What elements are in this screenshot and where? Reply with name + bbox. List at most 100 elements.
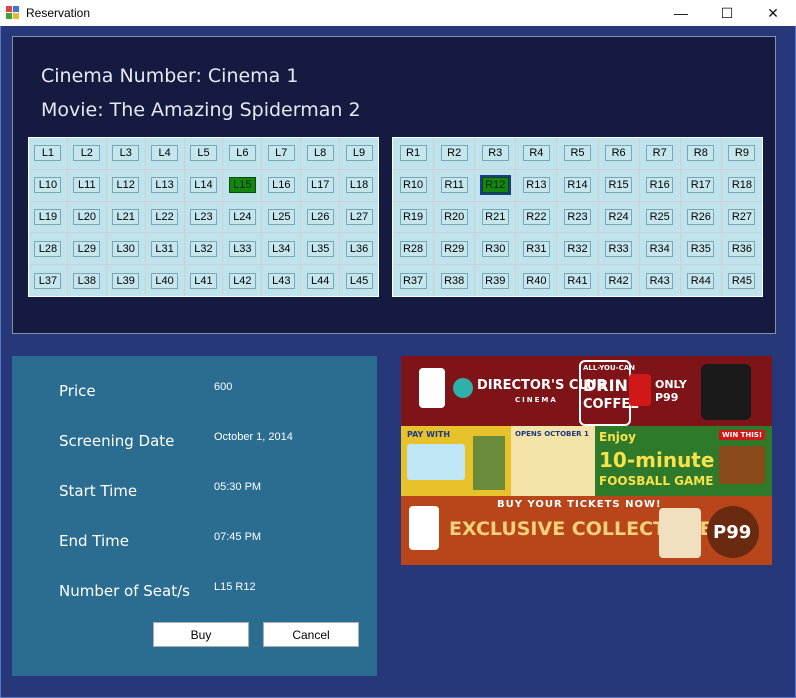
seat-button-l38[interactable]: L38 [73,272,101,289]
seat-button-l22[interactable]: L22 [151,208,179,225]
seat-button-r14[interactable]: R14 [563,177,591,194]
seat-button-r16[interactable]: R16 [646,177,674,194]
seat-button-l11[interactable]: L11 [73,177,101,194]
seat-button-r9[interactable]: R9 [728,145,756,162]
seat-button-r1[interactable]: R1 [399,145,427,162]
seat-cell: L12 [106,169,145,201]
seat-button-l9[interactable]: L9 [345,145,373,162]
seat-button-l30[interactable]: L30 [112,240,140,257]
seat-button-r18[interactable]: R18 [728,177,756,194]
seat-button-l13[interactable]: L13 [151,177,179,194]
seat-button-l4[interactable]: L4 [151,145,179,162]
seat-button-r31[interactable]: R31 [522,240,550,257]
seat-button-l14[interactable]: L14 [189,177,217,194]
seat-cell: R42 [598,265,639,296]
seat-button-r41[interactable]: R41 [563,272,591,289]
seat-button-l41[interactable]: L41 [189,272,217,289]
buy-button[interactable]: Buy [153,622,249,647]
seat-button-r2[interactable]: R2 [440,145,468,162]
seat-button-r32[interactable]: R32 [563,240,591,257]
seat-cell: L5 [184,138,223,169]
seat-button-r44[interactable]: R44 [687,272,715,289]
seat-button-l24[interactable]: L24 [228,208,256,225]
seat-button-r24[interactable]: R24 [605,208,633,225]
seat-button-r22[interactable]: R22 [522,208,550,225]
seat-button-r5[interactable]: R5 [563,145,591,162]
seat-button-l36[interactable]: L36 [345,240,373,257]
seat-button-r42[interactable]: R42 [605,272,633,289]
seat-button-r15[interactable]: R15 [605,177,633,194]
seat-button-r40[interactable]: R40 [522,272,550,289]
seat-button-l12[interactable]: L12 [112,177,140,194]
seat-button-l3[interactable]: L3 [112,145,140,162]
seat-button-r38[interactable]: R38 [440,272,468,289]
seat-button-r17[interactable]: R17 [687,177,715,194]
seat-button-l29[interactable]: L29 [73,240,101,257]
seat-button-l45[interactable]: L45 [345,272,373,289]
seat-button-l37[interactable]: L37 [34,272,62,289]
seat-button-r13[interactable]: R13 [522,177,550,194]
maximize-button[interactable]: ☐ [704,0,750,26]
seat-button-l16[interactable]: L16 [267,177,295,194]
seat-button-r39[interactable]: R39 [481,272,509,289]
seat-button-l44[interactable]: L44 [306,272,334,289]
seat-button-r45[interactable]: R45 [728,272,756,289]
seat-button-l7[interactable]: L7 [267,145,295,162]
seat-button-l1[interactable]: L1 [34,145,62,162]
seat-button-l34[interactable]: L34 [267,240,295,257]
seat-button-r19[interactable]: R19 [399,208,427,225]
seat-button-r28[interactable]: R28 [399,240,427,257]
close-button[interactable]: ✕ [750,0,796,26]
seat-button-l35[interactable]: L35 [306,240,334,257]
seat-cell: L16 [262,169,301,201]
seat-button-l40[interactable]: L40 [151,272,179,289]
seat-button-l2[interactable]: L2 [73,145,101,162]
seat-button-l31[interactable]: L31 [151,240,179,257]
seat-button-r8[interactable]: R8 [687,145,715,162]
seat-button-r43[interactable]: R43 [646,272,674,289]
seat-button-r3[interactable]: R3 [481,145,509,162]
seat-button-l6[interactable]: L6 [228,145,256,162]
seat-button-r33[interactable]: R33 [605,240,633,257]
end-time-value: 07:45 PM [214,531,262,543]
seat-button-r20[interactable]: R20 [440,208,468,225]
seat-button-r23[interactable]: R23 [563,208,591,225]
seat-button-l28[interactable]: L28 [34,240,62,257]
seat-button-l43[interactable]: L43 [267,272,295,289]
seat-button-r37[interactable]: R37 [399,272,427,289]
seat-button-r26[interactable]: R26 [687,208,715,225]
seat-button-l15[interactable]: L15 [228,177,256,194]
seat-button-r11[interactable]: R11 [440,177,468,194]
seat-button-l17[interactable]: L17 [306,177,334,194]
seat-button-r12[interactable]: R12 [479,175,511,196]
seat-button-l23[interactable]: L23 [189,208,217,225]
seat-button-l42[interactable]: L42 [228,272,256,289]
seat-button-r35[interactable]: R35 [687,240,715,257]
seat-button-r27[interactable]: R27 [728,208,756,225]
seat-button-r21[interactable]: R21 [481,208,509,225]
seat-button-l19[interactable]: L19 [34,208,62,225]
seat-button-l32[interactable]: L32 [189,240,217,257]
seat-button-r6[interactable]: R6 [605,145,633,162]
seat-button-l5[interactable]: L5 [189,145,217,162]
seat-button-r30[interactable]: R30 [481,240,509,257]
seat-button-r10[interactable]: R10 [399,177,427,194]
seat-button-l10[interactable]: L10 [34,177,62,194]
seat-button-l18[interactable]: L18 [345,177,373,194]
seat-button-r29[interactable]: R29 [440,240,468,257]
seat-button-l21[interactable]: L21 [112,208,140,225]
seat-button-r25[interactable]: R25 [646,208,674,225]
seat-button-r36[interactable]: R36 [728,240,756,257]
seat-button-l20[interactable]: L20 [73,208,101,225]
seat-button-l8[interactable]: L8 [306,145,334,162]
seat-button-r34[interactable]: R34 [646,240,674,257]
seat-button-r7[interactable]: R7 [646,145,674,162]
seat-button-l33[interactable]: L33 [228,240,256,257]
seat-button-l26[interactable]: L26 [306,208,334,225]
seat-button-l25[interactable]: L25 [267,208,295,225]
seat-button-r4[interactable]: R4 [522,145,550,162]
minimize-button[interactable]: — [658,0,704,26]
cancel-button[interactable]: Cancel [263,622,359,647]
seat-button-l39[interactable]: L39 [112,272,140,289]
seat-button-l27[interactable]: L27 [345,208,373,225]
